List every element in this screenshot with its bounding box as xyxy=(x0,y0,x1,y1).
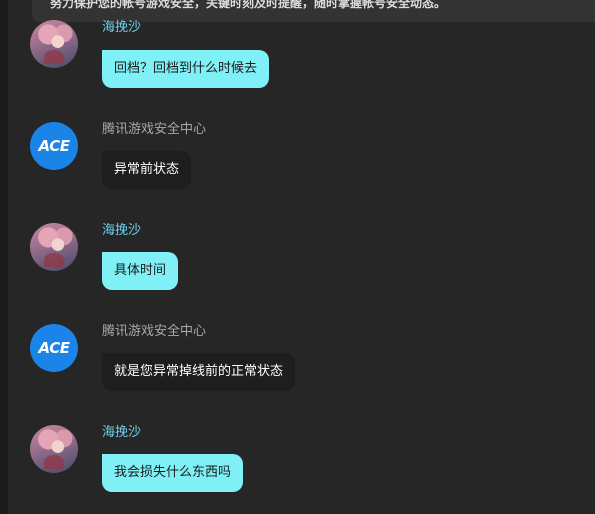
message-bubble[interactable]: 具体时间 xyxy=(102,252,179,290)
security-notice-text: 努力保护您的帐号游戏安全，关键时刻及时提醒，随时掌握帐号安全动态。 xyxy=(50,0,447,10)
message-bubble[interactable]: 我会损失什么东西吗 xyxy=(102,454,244,492)
message-bubble[interactable]: 回档？回档到什么时候去 xyxy=(102,50,270,88)
message-bubble[interactable]: 异常前状态 xyxy=(102,151,192,189)
user-avatar-icon[interactable] xyxy=(30,20,78,68)
ace-logo-text: ACE xyxy=(38,137,70,155)
ace-logo-icon[interactable]: ACE xyxy=(30,324,78,372)
sender-name: 海挽沙 xyxy=(102,425,142,440)
message-bubble[interactable]: 就是您异常掉线前的正常状态 xyxy=(102,353,296,391)
user-avatar-icon[interactable] xyxy=(30,223,78,271)
user-avatar-icon[interactable] xyxy=(30,425,78,473)
ace-logo-text: ACE xyxy=(38,339,70,357)
ace-logo-icon[interactable]: ACE xyxy=(30,122,78,170)
security-notice-banner: 努力保护您的帐号游戏安全，关键时刻及时提醒，随时掌握帐号安全动态。 xyxy=(32,0,595,22)
left-edge-strip xyxy=(0,0,8,514)
sender-name: 海挽沙 xyxy=(102,223,142,238)
sender-name: 腾讯游戏安全中心 xyxy=(102,324,207,339)
sender-name: 腾讯游戏安全中心 xyxy=(102,122,207,137)
sender-name: 海挽沙 xyxy=(102,20,142,35)
